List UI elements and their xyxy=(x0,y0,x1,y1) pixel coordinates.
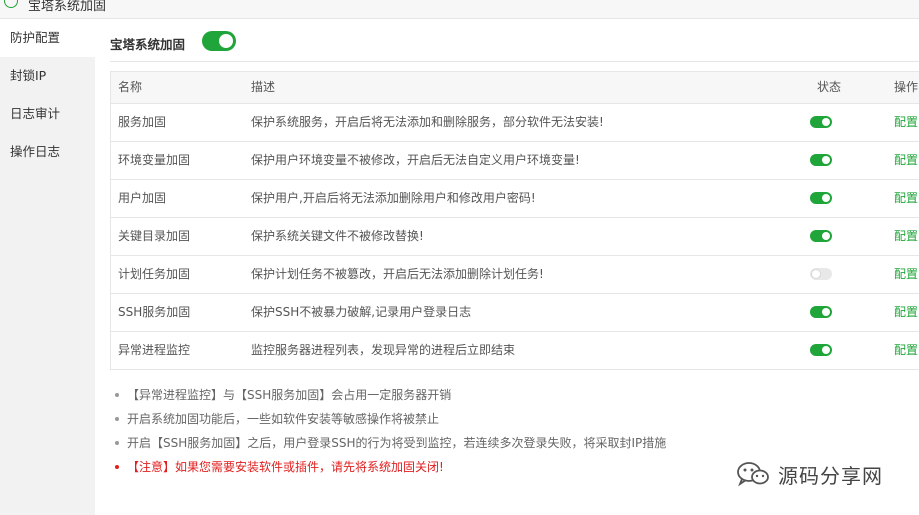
row-name: 计划任务加固 xyxy=(118,267,191,281)
sidebar-item-label: 操作日志 xyxy=(10,144,61,159)
config-link[interactable]: 配置 xyxy=(894,180,918,217)
toggle-switch[interactable] xyxy=(810,192,832,204)
row-desc: 保护计划任务不被篡改，开启后无法添加删除计划任务! xyxy=(251,267,544,281)
status-toggle[interactable] xyxy=(810,154,832,166)
sidebar-item-label: 防护配置 xyxy=(10,30,61,45)
hardening-table: 名称 描述 状态 操作 服务加固 保护系统服务，开启后将无法添加和删除服务，部分… xyxy=(110,71,919,370)
divider xyxy=(110,61,919,62)
toggle-switch[interactable] xyxy=(810,230,832,242)
status-toggle[interactable] xyxy=(810,192,832,204)
status-toggle[interactable] xyxy=(810,344,832,356)
toggle-switch[interactable] xyxy=(810,306,832,318)
row-name: 异常进程监控 xyxy=(118,343,191,357)
row-desc: 监控服务器进程列表，发现异常的进程后立即结束 xyxy=(251,343,516,357)
sidebar-item-block-ip[interactable]: 封锁IP xyxy=(0,57,95,95)
row-name: 服务加固 xyxy=(118,115,167,129)
note-item: 开启系统加固功能后，一些如软件安装等敏感操作将被禁止 xyxy=(110,407,910,431)
table-row: SSH服务加固 保护SSH不被暴力破解,记录用户登录日志 配置 xyxy=(111,294,919,332)
row-desc: 保护系统服务，开启后将无法添加和删除服务，部分软件无法安装! xyxy=(251,115,604,129)
row-name: 用户加固 xyxy=(118,191,167,205)
sidebar-item-protection-config[interactable]: 防护配置 xyxy=(0,19,95,57)
config-link[interactable]: 配置 xyxy=(894,142,918,179)
window-titlebar: 宝塔系统加固 xyxy=(0,0,919,19)
table-header: 名称 描述 状态 操作 xyxy=(111,72,919,104)
column-header-name: 名称 xyxy=(118,80,143,94)
sidebar-item-operation-log[interactable]: 操作日志 xyxy=(0,133,95,171)
row-name: SSH服务加固 xyxy=(118,305,191,319)
status-toggle[interactable] xyxy=(810,268,832,280)
config-link[interactable]: 配置 xyxy=(894,104,918,141)
shield-logo-icon xyxy=(4,0,18,8)
hardening-label: 宝塔系统加固 xyxy=(110,37,186,52)
toggle-switch[interactable] xyxy=(810,268,832,280)
sidebar-item-label: 日志审计 xyxy=(10,106,61,121)
sidebar: 防护配置 封锁IP 日志审计 操作日志 xyxy=(0,19,95,515)
watermark-text: 源码分享网 xyxy=(778,463,883,488)
watermark: 源码分享网 xyxy=(736,456,883,492)
config-link[interactable]: 配置 xyxy=(894,332,918,369)
config-link[interactable]: 配置 xyxy=(894,218,918,255)
config-link[interactable]: 配置 xyxy=(894,256,918,293)
column-header-status: 状态 xyxy=(817,80,842,94)
sidebar-item-label: 封锁IP xyxy=(10,68,47,83)
column-header-desc: 描述 xyxy=(251,80,276,94)
table-row: 用户加固 保护用户,开启后将无法添加删除用户和修改用户密码! 配置 xyxy=(111,180,919,218)
row-name: 关键目录加固 xyxy=(118,229,191,243)
sidebar-item-log-audit[interactable]: 日志审计 xyxy=(0,95,95,133)
column-header-op: 操作 xyxy=(894,80,919,94)
config-link[interactable]: 配置 xyxy=(894,294,918,331)
toggle-switch[interactable] xyxy=(810,154,832,166)
status-toggle[interactable] xyxy=(810,116,832,128)
toggle-switch[interactable] xyxy=(810,344,832,356)
note-item: 开启【SSH服务加固】之后，用户登录SSH的行为将受到监控，若连续多次登录失败，… xyxy=(110,431,910,455)
window-title: 宝塔系统加固 xyxy=(28,0,107,14)
row-desc: 保护用户,开启后将无法添加删除用户和修改用户密码! xyxy=(251,191,536,205)
table-row: 计划任务加固 保护计划任务不被篡改，开启后无法添加删除计划任务! 配置 xyxy=(111,256,919,294)
row-name: 环境变量加固 xyxy=(118,153,191,167)
table-row: 环境变量加固 保护用户环境变量不被修改，开启后无法自定义用户环境变量! 配置 xyxy=(111,142,919,180)
row-desc: 保护系统关键文件不被修改替换! xyxy=(251,229,424,243)
table-row: 服务加固 保护系统服务，开启后将无法添加和删除服务，部分软件无法安装! 配置 xyxy=(111,104,919,142)
toggle-switch[interactable] xyxy=(810,116,832,128)
row-desc: 保护SSH不被暴力破解,记录用户登录日志 xyxy=(251,305,472,319)
table-row: 异常进程监控 监控服务器进程列表，发现异常的进程后立即结束 配置 xyxy=(111,332,919,370)
status-toggle[interactable] xyxy=(810,230,832,242)
hardening-master-toggle[interactable] xyxy=(202,31,236,51)
note-item: 【异常进程监控】与【SSH服务加固】会占用一定服务器开销 xyxy=(110,383,910,407)
main-panel: 宝塔系统加固 名称 描述 状态 操作 服务加固 保护系统服务，开启后将无法添加和… xyxy=(95,19,919,515)
status-toggle[interactable] xyxy=(810,306,832,318)
wechat-icon xyxy=(736,461,770,487)
row-desc: 保护用户环境变量不被修改，开启后无法自定义用户环境变量! xyxy=(251,153,580,167)
table-row: 关键目录加固 保护系统关键文件不被修改替换! 配置 xyxy=(111,218,919,256)
